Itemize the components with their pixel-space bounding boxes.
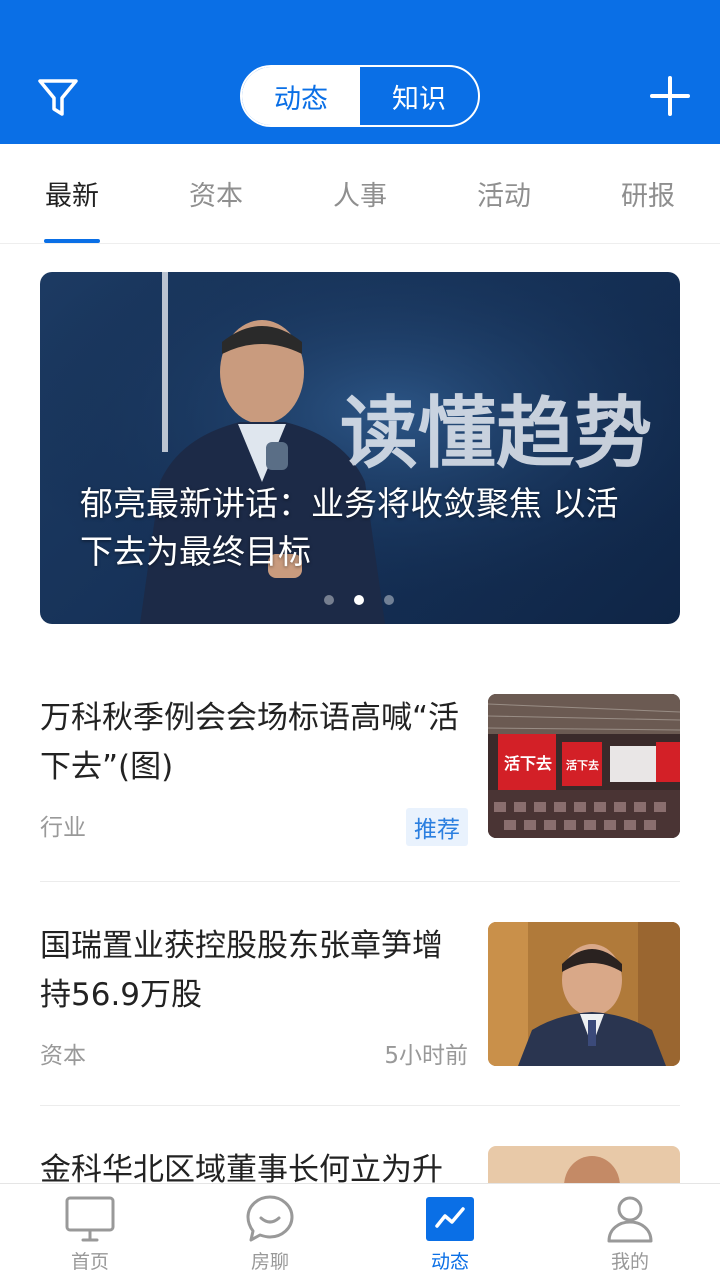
- nav-label: 房聊: [250, 1251, 289, 1273]
- news-thumbnail: 活下去 活下去: [488, 694, 680, 838]
- news-title: 国瑞置业获控股股东张章笋增持56.9万股: [40, 928, 443, 1013]
- news-item[interactable]: 国瑞置业获控股股东张章笋增持56.9万股 资本 5小时前: [40, 922, 680, 1069]
- news-item[interactable]: 万科秋季例会会场标语高喊“活下去”(图) 行业 推荐 活下去 活下去: [40, 694, 680, 846]
- banner-title: 郁亮最新讲话：业务将收敛聚焦 以活下去为最终目标: [80, 484, 619, 571]
- news-item[interactable]: 金科华北区域董事长何立为升: [40, 1146, 680, 1183]
- segment-dynamic[interactable]: 动态: [242, 67, 360, 125]
- nav-chat[interactable]: 房聊: [180, 1184, 360, 1280]
- tab-research[interactable]: 研报: [593, 174, 703, 213]
- news-category: 资本: [40, 1043, 86, 1069]
- category-tabs: 最新 资本 人事 活动 研报: [0, 144, 720, 244]
- tab-latest[interactable]: 最新: [17, 174, 127, 213]
- tab-capital[interactable]: 资本: [161, 174, 271, 213]
- nav-label: 我的: [610, 1251, 649, 1273]
- banner-image-text: 读懂趋势: [340, 389, 652, 477]
- news-thumbnail: [488, 1146, 680, 1183]
- nav-label: 首页: [70, 1251, 109, 1273]
- carousel-dot[interactable]: [384, 595, 394, 605]
- news-title: 金科华北区域董事长何立为升: [40, 1152, 443, 1183]
- carousel-dots: [324, 595, 394, 605]
- tab-events[interactable]: 活动: [449, 174, 559, 213]
- chat-bubble-icon: [246, 1195, 294, 1242]
- conference-image: 活下去 活下去: [488, 694, 680, 838]
- news-category: 行业: [40, 815, 86, 841]
- content-type-switch: 动态 知识: [240, 65, 480, 127]
- nav-home[interactable]: 首页: [0, 1184, 180, 1280]
- divider: [40, 1105, 680, 1106]
- svg-text:活下去: 活下去: [504, 754, 552, 773]
- svg-text:活下去: 活下去: [566, 758, 599, 772]
- banner-carousel[interactable]: 读懂趋势 郁亮最新讲话：业务将收敛聚焦 以活下去为最终目标: [40, 272, 680, 624]
- portrait-image: [488, 1146, 680, 1183]
- tab-personnel[interactable]: 人事: [305, 174, 415, 213]
- monitor-icon: [65, 1196, 115, 1242]
- active-tab-indicator: [44, 239, 100, 243]
- nav-dynamic[interactable]: 动态: [360, 1184, 540, 1280]
- top-app-bar: 动态 知识: [0, 0, 720, 144]
- user-icon: [607, 1196, 653, 1243]
- recommend-badge: 推荐: [406, 808, 468, 846]
- filter-icon: [38, 79, 78, 116]
- carousel-dot[interactable]: [324, 595, 334, 605]
- plus-icon: [650, 76, 690, 116]
- trend-chart-icon: [426, 1197, 474, 1241]
- portrait-image: [488, 922, 680, 1066]
- nav-profile[interactable]: 我的: [540, 1184, 720, 1280]
- segment-knowledge[interactable]: 知识: [360, 67, 478, 125]
- filter-button[interactable]: [36, 78, 80, 118]
- divider: [40, 881, 680, 882]
- news-title: 万科秋季例会会场标语高喊“活下去”(图): [40, 700, 460, 785]
- carousel-dot-active[interactable]: [354, 595, 364, 605]
- news-time: 5小时前: [384, 1043, 468, 1069]
- news-thumbnail: [488, 922, 680, 1066]
- bottom-navigation: 首页 房聊 动态 我的: [0, 1183, 720, 1280]
- nav-label: 动态: [430, 1251, 469, 1273]
- add-button[interactable]: [648, 74, 692, 118]
